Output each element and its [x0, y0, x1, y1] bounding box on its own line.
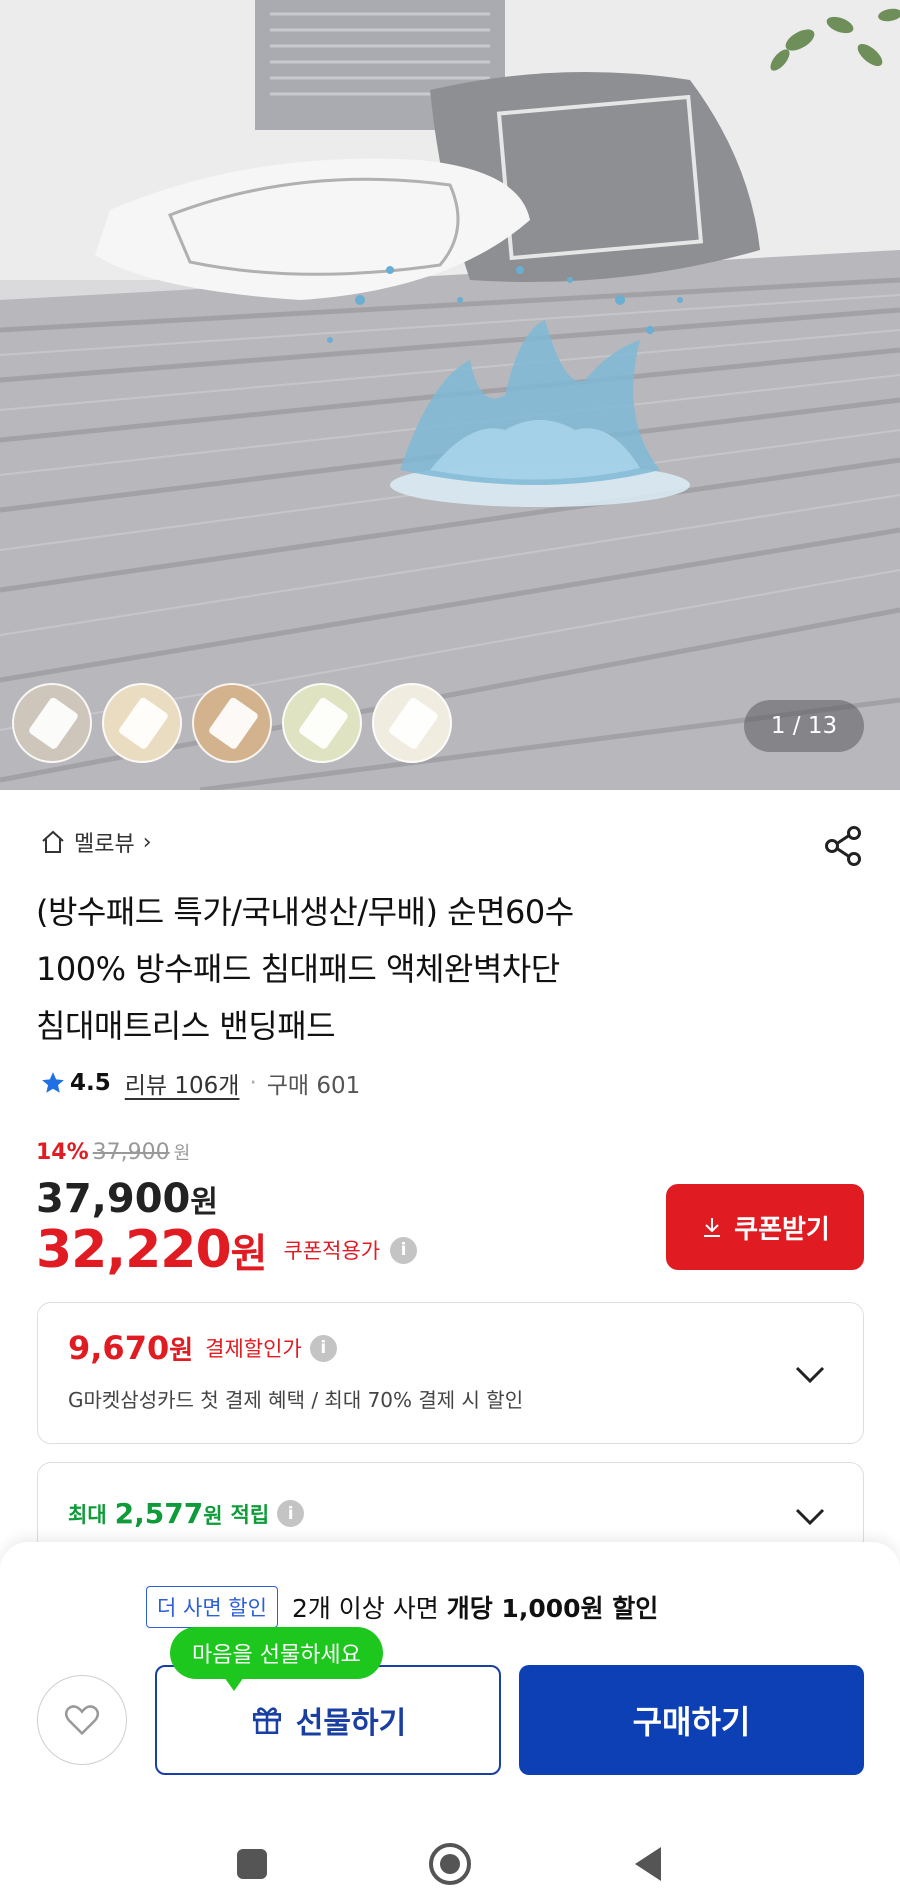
gift-button[interactable]: 선물하기: [155, 1665, 501, 1775]
bulk-discount-promo: 더 사면 할인 2개 이상 사면 개당 1,000원 할인: [146, 1586, 658, 1628]
wishlist-button[interactable]: [37, 1675, 127, 1765]
review-link[interactable]: 리뷰 106개: [125, 1066, 240, 1100]
purchase-bottom-sheet: 더 사면 할인 2개 이상 사면 개당 1,000원 할인 선물하기 마음을 선…: [0, 1542, 900, 1827]
chevron-down-icon[interactable]: [793, 1357, 827, 1391]
coupon-price-unit: 원: [230, 1231, 268, 1277]
color-thumbnails: [12, 683, 452, 763]
thumbnail-option[interactable]: [372, 683, 452, 763]
promo-text-normal: 2개 이상 사면: [291, 1594, 439, 1623]
discount-row: 14% 37,900 원: [36, 1139, 190, 1165]
purchase-count: 구매 601: [266, 1073, 361, 1099]
product-title: (방수패드 특가/국내생산/무배) 순면60수 100% 방수패드 침대패드 액…: [36, 884, 856, 1055]
coupon-button-label: 쿠폰받기: [734, 1213, 830, 1244]
title-line: (방수패드 특가/국내생산/무배) 순면60수: [36, 893, 574, 931]
discount-percent: 14%: [36, 1140, 89, 1165]
promo-text-bold: 개당 1,000원 할인: [446, 1594, 659, 1623]
original-price-unit: 원: [173, 1143, 191, 1164]
store-link[interactable]: 멜로뷰 ›: [40, 826, 152, 858]
payment-discount-amount: 9,670: [68, 1329, 170, 1367]
rating-row: 4.5 리뷰 106개 · 구매 601: [40, 1066, 360, 1100]
product-image-carousel[interactable]: 1 / 13: [0, 0, 900, 790]
coupon-price: 32,220: [36, 1220, 232, 1280]
original-price: 37,900: [92, 1140, 170, 1165]
store-arrow: ›: [142, 829, 152, 855]
promo-tag: 더 사면 할인: [146, 1586, 278, 1628]
thumbnail-option[interactable]: [102, 683, 182, 763]
points-amount: 2,577: [114, 1497, 204, 1530]
payment-discount-label: 결제할인가: [205, 1337, 302, 1361]
gift-tooltip-bubble: 마음을 선물하세요: [170, 1627, 383, 1691]
points-prefix: 최대: [68, 1502, 107, 1527]
chevron-down-icon[interactable]: [793, 1499, 827, 1533]
share-icon[interactable]: [822, 824, 866, 868]
info-icon[interactable]: i: [309, 1334, 337, 1362]
rating-score: 4.5: [70, 1070, 111, 1096]
download-icon: [704, 1218, 721, 1237]
title-line: 100% 방수패드 침대패드 액체완벽차단: [36, 950, 560, 988]
points-suffix: 적립: [230, 1502, 270, 1527]
thumbnail-option[interactable]: [192, 683, 272, 763]
gift-icon: [252, 1707, 281, 1735]
points-unit: 원: [203, 1504, 223, 1528]
current-price: 37,900원: [36, 1176, 218, 1222]
product-photo: [0, 0, 900, 790]
title-line: 침대매트리스 밴딩패드: [36, 1007, 336, 1045]
payment-discount-card[interactable]: 9,670원 결제할인가 i G마켓삼성카드 첫 결제 혜택 / 최대 70% …: [37, 1302, 864, 1444]
system-navigation-bar: [0, 1827, 900, 1901]
thumbnail-option[interactable]: [12, 683, 92, 763]
store-name: 멜로뷰: [74, 832, 135, 857]
nav-square-icon[interactable]: [228, 1840, 276, 1888]
payment-discount-desc: G마켓삼성카드 첫 결제 혜택 / 최대 70% 결제 시 할인: [68, 1388, 524, 1412]
payment-discount-unit: 원: [169, 1336, 194, 1366]
home-icon: [42, 830, 64, 853]
coupon-download-button[interactable]: 쿠폰받기: [666, 1184, 864, 1270]
buy-button[interactable]: 구매하기: [519, 1665, 864, 1775]
nav-back-icon[interactable]: [624, 1840, 672, 1888]
gift-button-label: 선물하기: [295, 1707, 407, 1740]
thumbnail-option[interactable]: [282, 683, 362, 763]
nav-home-icon[interactable]: [426, 1840, 474, 1888]
current-price-value: 37,900: [36, 1176, 191, 1222]
separator: ·: [249, 1070, 257, 1096]
coupon-price-label: 쿠폰적용가: [283, 1239, 381, 1263]
promo-text: 2개 이상 사면 개당 1,000원 할인: [292, 1589, 658, 1625]
star-icon: [42, 1072, 64, 1093]
image-page-indicator: 1 / 13: [744, 700, 864, 752]
coupon-price-row: 32,220원 쿠폰적용가 i: [36, 1220, 418, 1280]
current-price-unit: 원: [190, 1185, 218, 1220]
info-icon[interactable]: i: [390, 1236, 418, 1264]
heart-icon: [64, 1705, 100, 1736]
info-icon[interactable]: i: [277, 1500, 305, 1527]
